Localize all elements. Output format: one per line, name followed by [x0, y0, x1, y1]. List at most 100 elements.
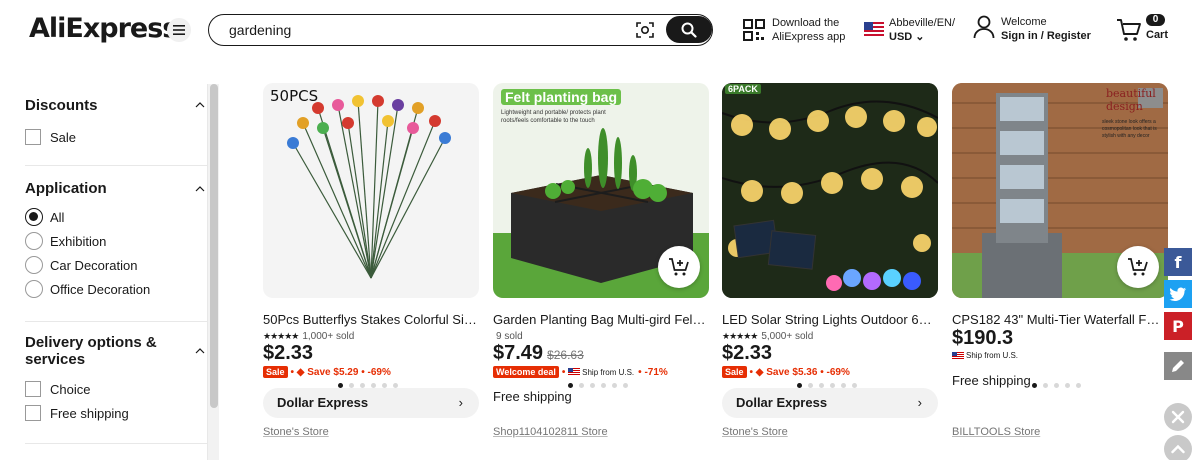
product-title[interactable]: CPS182 43" Multi-Tier Waterfall Fountain: [952, 312, 1160, 327]
dollar-express-button[interactable]: Dollar Express ›: [263, 388, 479, 418]
express-label: Dollar Express: [277, 395, 369, 410]
butterfly-stakes-illustration: [287, 95, 451, 279]
aliexpress-logo[interactable]: AliExpress: [29, 13, 178, 44]
filter-sale[interactable]: Sale: [25, 125, 207, 149]
free-shipping-text: Free shipping: [493, 389, 572, 404]
filter-free-shipping-label: Free shipping: [50, 405, 129, 421]
filter-choice[interactable]: Choice: [25, 377, 207, 401]
cart-link[interactable]: 0 Cart: [1116, 14, 1176, 44]
search-bar: [208, 14, 713, 46]
store-link[interactable]: BILLTOOLS Store: [952, 426, 1040, 438]
sold-count: 9 sold: [496, 331, 523, 342]
chevron-up-icon[interactable]: [195, 348, 205, 354]
product-card[interactable]: 50PCS 50Pcs Butterflys Stakes Colorful S…: [263, 83, 479, 438]
sidebar-scrollbar[interactable]: [207, 84, 219, 460]
locale-currency: USD: [889, 31, 913, 43]
store-link[interactable]: Stone's Store: [722, 426, 788, 438]
chevron-right-icon: ›: [458, 395, 463, 410]
facebook-share-icon[interactable]: f: [1164, 248, 1192, 276]
filter-application-all[interactable]: All: [25, 205, 207, 229]
sale-badge: Sale: [263, 366, 288, 378]
image-overlay-title: beautiful design: [1106, 87, 1156, 113]
product-card[interactable]: 6PACK LED Solar String Lights Outdoor 60…: [722, 83, 938, 438]
image-overlay-title: Felt planting bag: [501, 89, 621, 105]
promo-row: Sale • ◆ Save $5.36 • -69%: [722, 366, 850, 378]
menu-button[interactable]: [167, 18, 191, 42]
scrollbar-thumb[interactable]: [210, 84, 218, 408]
signin-link[interactable]: Sign in / Register: [1001, 29, 1091, 43]
cart-label: Cart: [1146, 29, 1169, 41]
checkbox[interactable]: [25, 129, 41, 145]
star-rating-icon: ★★★★★: [722, 331, 758, 341]
save-amount: Save $5.36: [766, 366, 818, 378]
hamburger-icon: [173, 25, 185, 35]
scroll-top-button[interactable]: [1164, 435, 1192, 460]
download-app-link[interactable]: Download the AliExpress app: [743, 16, 845, 44]
add-to-cart-button[interactable]: [1117, 246, 1159, 288]
search-icon: [681, 22, 697, 38]
edit-icon[interactable]: [1164, 352, 1192, 380]
add-to-cart-button[interactable]: [658, 246, 700, 288]
product-price: $190.3: [952, 327, 1014, 349]
checkbox[interactable]: [25, 381, 41, 397]
ship-from-text: Ship from U.S.: [966, 351, 1019, 360]
radio[interactable]: [25, 280, 43, 298]
filter-application-car[interactable]: Car Decoration: [25, 253, 207, 277]
product-card[interactable]: Felt planting bag Lightweight and portab…: [493, 83, 709, 438]
product-title[interactable]: LED Solar String Lights Outdoor 60 LEDs …: [722, 312, 938, 327]
welcome-text: Welcome: [1001, 16, 1047, 28]
twitter-share-icon[interactable]: [1164, 280, 1192, 308]
filter-sidebar: Discounts Sale Application All Exhibitio…: [25, 84, 207, 460]
image-overlay-subtext: sleek stone look offers a cosmopolitan l…: [1102, 119, 1157, 139]
product-title[interactable]: 50Pcs Butterflys Stakes Colorful Simulat…: [263, 312, 479, 327]
store-link[interactable]: Shop1104102811 Store: [493, 426, 608, 438]
pinterest-share-icon[interactable]: P: [1164, 312, 1192, 340]
product-image[interactable]: Felt planting bag Lightweight and portab…: [493, 83, 709, 298]
product-title[interactable]: Garden Planting Bag Multi-gird Felt Rais…: [493, 312, 709, 327]
delivery-title: Delivery options & services: [25, 334, 157, 368]
product-card[interactable]: beautiful design sleek stone look offers…: [952, 83, 1168, 438]
image-search-icon[interactable]: [635, 21, 655, 39]
image-carousel-dots[interactable]: [568, 383, 628, 388]
ship-from-badge: Ship from U.S.: [952, 351, 1018, 360]
filter-application-car-label: Car Decoration: [50, 257, 138, 273]
delivery-section: Delivery options & services Choice Free …: [25, 322, 207, 444]
promo-row: Sale • ◆ Save $5.29 • -69%: [263, 366, 391, 378]
search-input[interactable]: [229, 21, 609, 39]
chevron-up-icon[interactable]: [195, 186, 205, 192]
radio[interactable]: [25, 256, 43, 274]
radio-selected[interactable]: [25, 208, 43, 226]
filter-free-shipping[interactable]: Free shipping: [25, 401, 207, 425]
us-flag-icon: [952, 351, 964, 360]
filter-application-office[interactable]: Office Decoration: [25, 277, 207, 301]
ship-row: Ship from U.S.: [952, 351, 1022, 360]
image-carousel-dots[interactable]: [1032, 383, 1081, 388]
locale-selector[interactable]: Abbeville/EN/ USD ⌄: [864, 16, 955, 44]
product-image[interactable]: 6PACK: [722, 83, 938, 298]
dollar-express-button[interactable]: Dollar Express ›: [722, 388, 938, 418]
radio[interactable]: [25, 232, 43, 250]
product-image[interactable]: 50PCS: [263, 83, 479, 298]
chevron-up-icon[interactable]: [195, 102, 205, 108]
checkbox[interactable]: [25, 405, 41, 421]
close-icon[interactable]: [1164, 403, 1192, 431]
filter-application-exhibition[interactable]: Exhibition: [25, 229, 207, 253]
product-image[interactable]: beautiful design sleek stone look offers…: [952, 83, 1168, 298]
us-flag-icon: [864, 22, 884, 36]
account-link[interactable]: Welcome Sign in / Register: [973, 15, 1091, 43]
download-line2: AliExpress app: [772, 31, 846, 43]
solar-lights-illustration: [722, 83, 938, 298]
product-rating: 9 sold: [496, 331, 523, 342]
discount-percent: -69%: [367, 366, 391, 378]
download-line1: Download the: [772, 17, 840, 29]
pencil-icon: [1172, 360, 1184, 372]
promo-row: Welcome deal • Ship from U.S. • -71%: [493, 366, 668, 378]
product-price: $7.49: [493, 342, 544, 364]
sold-count: 1,000+ sold: [302, 331, 355, 342]
header: AliExpress Download the AliExpress app A: [0, 0, 1200, 60]
store-link[interactable]: Stone's Store: [263, 426, 329, 438]
discount-percent: -71%: [644, 366, 668, 378]
search-button[interactable]: [666, 16, 712, 43]
discount-percent: -69%: [826, 366, 850, 378]
cart-count-badge: 0: [1146, 14, 1165, 26]
